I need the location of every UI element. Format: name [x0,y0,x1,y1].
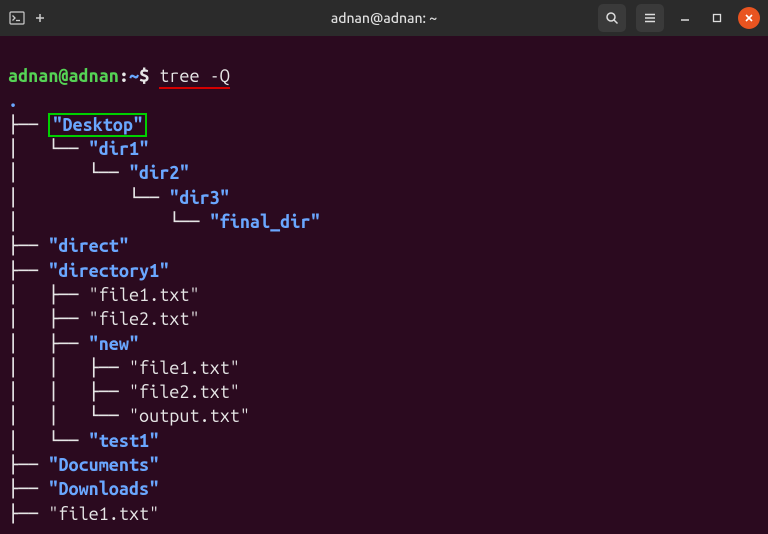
tree-prefix: │ └── [8,163,129,183]
tree-prefix: ├── [8,504,48,524]
new-tab-button[interactable] [32,10,48,26]
window-title: adnan@adnan: ~ [331,10,437,26]
tree-prefix: ├── [8,455,48,475]
titlebar-left [8,9,48,27]
prompt-user: adnan@adnan [8,66,119,86]
prompt-dollar: $ [139,66,149,86]
prompt-sep: : [119,66,129,86]
tree-prefix: ├── [8,261,48,281]
menu-button[interactable] [636,4,664,32]
tree-dir: "direct" [48,236,129,256]
tree-file: "file2.txt" [89,309,200,329]
search-button[interactable] [598,4,626,32]
tree-prefix: │ ├── [8,285,89,305]
tree-file: "file1.txt" [89,285,200,305]
tree-dir: "new" [89,334,139,354]
tree-prefix: │ └── [8,212,210,232]
tree-dir-desktop: "Desktop" [48,113,147,137]
tree-prefix: │ │ └── [8,406,129,426]
window-titlebar: adnan@adnan: ~ [0,0,768,36]
command-text: tree -Q [159,66,230,89]
close-button[interactable] [738,7,760,29]
terminal-icon [8,9,26,27]
tree-dir: "Documents" [48,455,159,475]
tree-file: "file1.txt" [129,358,240,378]
tree-prefix: ├── [8,115,48,135]
tree-prefix: │ │ ├── [8,358,129,378]
tree-dir: "test1" [89,431,160,451]
tree-prefix: │ │ ├── [8,382,129,402]
tree-dir: "directory1" [48,261,169,281]
tree-prefix: │ └── [8,139,89,159]
maximize-button[interactable] [706,7,728,29]
tree-root: . [8,91,18,111]
tree-file: "output.txt" [129,406,250,426]
tree-dir: "Downloads" [48,479,159,499]
tree-dir: "dir1" [89,139,149,159]
tree-file: "file1.txt" [48,504,159,524]
tree-dir: "dir2" [129,163,189,183]
tree-prefix: │ ├── [8,334,89,354]
tree-prefix: │ └── [8,431,89,451]
minimize-button[interactable] [674,7,696,29]
tree-prefix: │ ├── [8,309,89,329]
tree-prefix: │ └── [8,188,169,208]
tree-dir: "dir3" [169,188,229,208]
tree-prefix: ├── [8,479,48,499]
tree-prefix: ├── [8,236,48,256]
tree-dir: "final_dir" [210,212,321,232]
tree-file: "file2.txt" [129,382,240,402]
terminal-area[interactable]: adnan@adnan:~$ tree -Q . ├── "Desktop" │… [0,36,768,534]
titlebar-right [598,4,760,32]
prompt-path: ~ [129,66,139,86]
